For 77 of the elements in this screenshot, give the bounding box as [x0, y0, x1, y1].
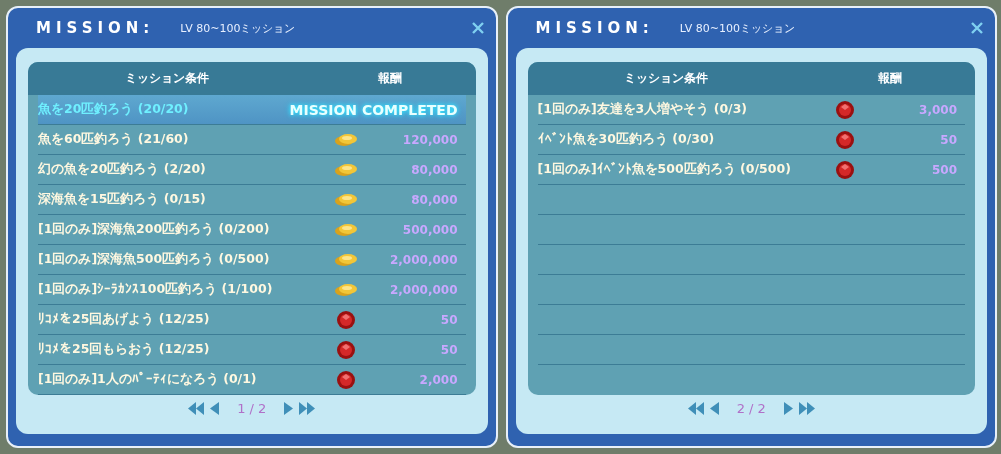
- mission-row[interactable]: [1回のみ]1人のﾊﾟｰﾃｨになろう (0/1) 2,000: [38, 365, 466, 395]
- column-header: ミッション条件: [623, 70, 710, 87]
- gem-icon: [335, 369, 356, 390]
- gem-icon: [835, 99, 855, 120]
- double-right-icon: [299, 402, 316, 415]
- double-left-icon: [188, 402, 205, 415]
- reward-amount: 500: [930, 162, 958, 177]
- mission-condition: ｲﾍﾞﾝﾄ魚を30匹釣ろう (0/30): [537, 131, 716, 148]
- mission-row[interactable]: 魚を60匹釣ろう (21/60) 120,000: [38, 125, 466, 155]
- coin-icon: [333, 131, 358, 148]
- right-triangle-icon: [284, 402, 294, 415]
- page-indicator: 1 / 2: [237, 401, 267, 416]
- last-page-button[interactable]: [299, 402, 316, 415]
- next-page-button[interactable]: [284, 402, 294, 415]
- reward-amount: 500,000: [401, 222, 459, 237]
- mission-condition: 魚を60匹釣ろう (21/60): [38, 131, 190, 148]
- reward-amount: 50: [439, 312, 459, 327]
- gem-icon: [335, 339, 356, 360]
- coin-icon: [333, 221, 358, 238]
- coin-icon: [333, 161, 358, 178]
- coin-icon: [333, 251, 358, 268]
- reward-amount: 80,000: [410, 192, 459, 207]
- mission-row[interactable]: ﾘｺﾒを25回あげよう (12/25) 50: [38, 305, 466, 335]
- mission-row[interactable]: 魚を20匹釣ろう (20/20) MISSION COMPLETED: [38, 95, 466, 125]
- gem-icon: [835, 159, 855, 180]
- page-indicator: 2 / 2: [736, 401, 766, 416]
- mission-condition: ﾘｺﾒを25回あげよう (12/25): [38, 311, 211, 328]
- mission-row[interactable]: [1回のみ]ｼｰﾗｶﾝｽ100匹釣ろう (1/100) 2,000,000: [38, 275, 466, 305]
- mission-row[interactable]: [1回のみ]深海魚200匹釣ろう (0/200) 500,000: [38, 215, 466, 245]
- mission-condition: 魚を20匹釣ろう (20/20): [38, 101, 190, 118]
- mission-condition: ﾘｺﾒを25回もらおう (12/25): [38, 341, 211, 358]
- first-page-button[interactable]: [188, 402, 205, 415]
- coin-icon: [333, 191, 358, 208]
- right-triangle-icon: [783, 402, 793, 415]
- coin-icon: [333, 281, 358, 298]
- column-header: ミッション条件: [123, 70, 210, 87]
- mission-condition: [1回のみ]ｲﾍﾞﾝﾄ魚を500匹釣ろう (0/500): [537, 161, 792, 178]
- left-triangle-icon: [709, 402, 719, 415]
- mission-condition: [1回のみ]深海魚200匹釣ろう (0/200): [38, 221, 271, 238]
- window-title: MISSION:: [535, 19, 654, 37]
- reward-amount: 80,000: [410, 162, 459, 177]
- reward-amount: 50: [939, 132, 958, 147]
- mission-condition: 幻の魚を20匹釣ろう (2/20): [38, 161, 207, 178]
- double-left-icon: [687, 402, 704, 415]
- mission-condition: 深海魚を15匹釣ろう (0/15): [38, 191, 207, 208]
- last-page-button[interactable]: [798, 402, 815, 415]
- column-header: 報酬: [377, 70, 404, 87]
- next-page-button[interactable]: [783, 402, 793, 415]
- completed-status: MISSION COMPLETED: [289, 101, 459, 118]
- first-page-button[interactable]: [687, 402, 704, 415]
- mission-condition: [1回のみ]ｼｰﾗｶﾝｽ100匹釣ろう (1/100): [38, 281, 274, 298]
- mission-condition: [1回のみ]深海魚500匹釣ろう (0/500): [38, 251, 271, 268]
- mission-row[interactable]: [1回のみ]友達を3人増やそう (0/3) 3,000: [537, 95, 965, 125]
- window-title: MISSION:: [36, 19, 155, 37]
- left-triangle-icon: [210, 402, 220, 415]
- mission-condition: [1回のみ]友達を3人増やそう (0/3): [537, 101, 749, 118]
- mission-row[interactable]: ｲﾍﾞﾝﾄ魚を30匹釣ろう (0/30) 50: [537, 125, 965, 155]
- reward-amount: 50: [439, 342, 459, 357]
- mission-row[interactable]: [1回のみ]深海魚500匹釣ろう (0/500) 2,000,000: [38, 245, 466, 275]
- double-right-icon: [798, 402, 815, 415]
- mission-row[interactable]: 深海魚を15匹釣ろう (0/15) 80,000: [38, 185, 466, 215]
- gem-icon: [335, 309, 356, 330]
- reward-amount: 3,000: [918, 102, 958, 117]
- previous-page-button[interactable]: [210, 402, 220, 415]
- reward-amount: 2,000: [418, 372, 459, 387]
- reward-amount: 2,000,000: [388, 282, 459, 297]
- mission-condition: [1回のみ]1人のﾊﾟｰﾃｨになろう (0/1): [38, 371, 258, 388]
- reward-amount: 120,000: [401, 132, 459, 147]
- window-subtitle: LV 80~100ミッション: [180, 20, 297, 36]
- gem-icon: [835, 129, 855, 150]
- reward-amount: 2,000,000: [388, 252, 459, 267]
- window-subtitle: LV 80~100ミッション: [679, 20, 796, 36]
- mission-row[interactable]: [1回のみ]ｲﾍﾞﾝﾄ魚を500匹釣ろう (0/500) 500: [537, 155, 965, 185]
- column-header: 報酬: [876, 70, 903, 87]
- previous-page-button[interactable]: [709, 402, 719, 415]
- mission-row[interactable]: 幻の魚を20匹釣ろう (2/20) 80,000: [38, 155, 466, 185]
- mission-row[interactable]: ﾘｺﾒを25回もらおう (12/25) 50: [38, 335, 466, 365]
